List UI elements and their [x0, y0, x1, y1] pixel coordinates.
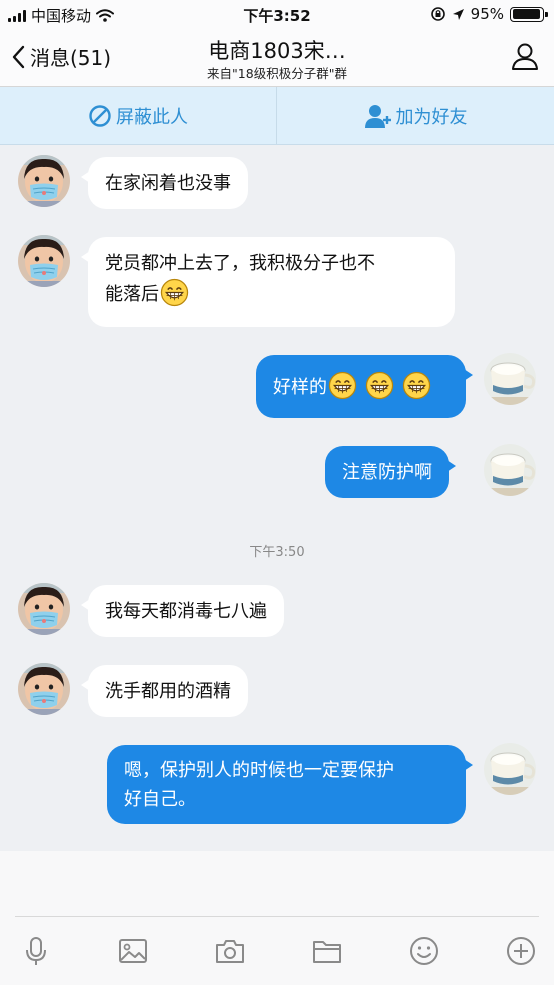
back-label: 消息(51)	[30, 46, 112, 70]
message-text: 注意防护啊	[342, 462, 432, 483]
message-input[interactable]	[15, 916, 539, 917]
self-avatar[interactable]	[484, 353, 536, 405]
self-avatar[interactable]	[484, 444, 536, 496]
message-bubble[interactable]: 洗手都用的酒精	[81, 665, 248, 717]
nav-bar: 消息(51) 电商1803宋… 来自"18级积极分子群"群	[0, 28, 554, 87]
camera-icon[interactable]	[214, 935, 246, 967]
sender-avatar[interactable]	[18, 155, 70, 207]
back-button[interactable]: 消息(51)	[12, 42, 111, 71]
add-friend-button[interactable]: 加为好友	[277, 87, 554, 144]
message-text: 好样的	[273, 377, 327, 398]
message-text: 嗯，保护别人的时候也一定要保护	[124, 760, 394, 781]
mic-icon[interactable]	[20, 935, 52, 967]
orientation-lock-icon	[430, 7, 445, 21]
status-bar: 中国移动 下午3:52 95%	[0, 0, 554, 28]
add-friend-icon	[364, 104, 391, 128]
message-timestamp: 下午3:50	[249, 545, 305, 560]
profile-icon[interactable]	[510, 41, 540, 71]
emoji-icon[interactable]	[408, 935, 440, 967]
folder-icon[interactable]	[311, 935, 343, 967]
battery-percent: 95%	[470, 5, 504, 23]
grin-emoji-icon	[160, 278, 189, 307]
grin-emoji-icon	[402, 371, 431, 400]
grin-emoji-icon	[328, 371, 357, 400]
message-text: 在家闲着也没事	[105, 173, 231, 194]
block-user-label: 屏蔽此人	[116, 106, 188, 128]
block-icon	[89, 104, 111, 127]
location-icon	[452, 8, 464, 20]
battery-icon	[510, 6, 548, 22]
message-bubble[interactable]: 注意防护啊	[325, 446, 456, 498]
sender-avatar[interactable]	[18, 583, 70, 635]
plus-icon[interactable]	[505, 935, 537, 967]
sender-avatar[interactable]	[18, 663, 70, 715]
message-text: 能落后	[105, 284, 159, 305]
page-title: 电商1803宋…	[208, 39, 346, 63]
grin-emoji-icon	[365, 371, 394, 400]
page-subtitle: 来自"18级积极分子群"群	[207, 66, 347, 81]
message-text: 洗手都用的酒精	[105, 681, 231, 702]
message-bubble[interactable]: 好样的	[256, 355, 473, 418]
sender-avatar[interactable]	[18, 235, 70, 287]
message-text: 我每天都消毒七八遍	[105, 601, 267, 622]
image-icon[interactable]	[117, 935, 149, 967]
chevron-left-icon	[12, 45, 25, 68]
action-bar: 屏蔽此人 加为好友	[0, 87, 554, 145]
message-bubble[interactable]: 在家闲着也没事	[81, 157, 248, 209]
message-text-line2: 能落后	[105, 278, 438, 309]
message-bubble[interactable]: 我每天都消毒七八遍	[81, 585, 284, 637]
status-right: 95%	[430, 5, 548, 23]
message-bubble[interactable]: 嗯，保护别人的时候也一定要保护 好自己。	[107, 745, 473, 824]
block-user-button[interactable]: 屏蔽此人	[0, 87, 276, 144]
add-friend-label: 加为好友	[395, 106, 468, 128]
self-avatar[interactable]	[484, 743, 536, 795]
input-area	[0, 851, 554, 985]
message-text: 好自己。	[124, 789, 196, 810]
message-bubble[interactable]: 党员都冲上去了，我积极分子也不 能落后	[81, 237, 455, 327]
message-text: 党员都冲上去了，我积极分子也不	[105, 253, 375, 274]
